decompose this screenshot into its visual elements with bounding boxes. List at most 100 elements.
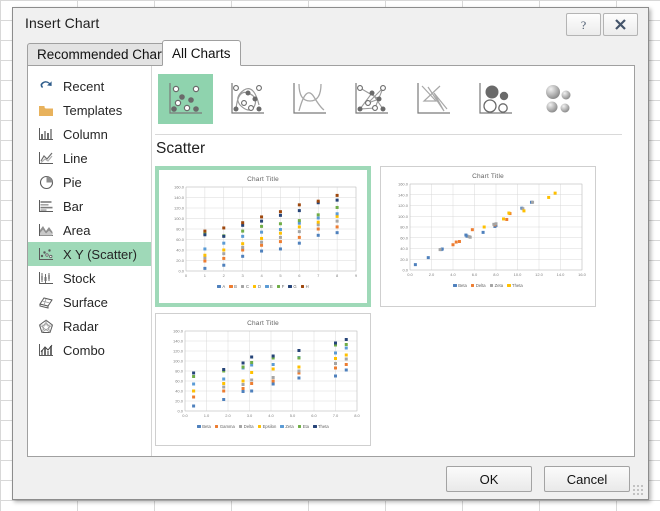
legend-label: Theta [512, 283, 523, 288]
sidebar-item-templates[interactable]: Templates [28, 98, 151, 122]
sidebar-item-bar[interactable]: Bar [28, 194, 151, 218]
legend-label: Gamma [219, 424, 235, 429]
help-button[interactable]: ? [566, 13, 601, 36]
chart-type-sidebar[interactable]: Recent Templates Column Line Pie Bar Are… [28, 66, 152, 456]
legend-item: Eta [297, 424, 309, 429]
legend-item: E [265, 284, 273, 289]
legend-item: B [229, 284, 237, 289]
close-button[interactable] [603, 13, 638, 36]
svg-text:1: 1 [204, 273, 207, 278]
sidebar-item-label: Recent [63, 78, 105, 94]
subtype-scatter-straight-lines[interactable] [406, 74, 461, 124]
chart-preview-2[interactable]: Chart Title 0.0 20.0 40.0 60.0 80.0 100.0 120.… [380, 166, 596, 307]
svg-text:20.0: 20.0 [175, 399, 184, 404]
close-icon [615, 19, 626, 30]
svg-text:7.0: 7.0 [333, 413, 339, 418]
svg-text:6.0: 6.0 [311, 413, 317, 418]
scatter-smooth-lines-icon [292, 83, 326, 114]
legend-swatch [297, 424, 302, 429]
chart-legend: Beta Gamma Delta Epsilon Zeta Eta Theta [156, 424, 370, 429]
dialog-title: Insert Chart [25, 15, 100, 31]
legend-swatch [280, 424, 284, 429]
legend-swatch [257, 424, 262, 429]
sidebar-item-label: X Y (Scatter) [63, 246, 137, 262]
svg-text:5: 5 [279, 273, 282, 278]
sidebar-item-column[interactable]: Column [28, 122, 151, 146]
sidebar-item-area[interactable]: Area [28, 218, 151, 242]
subtype-scatter-markers-only[interactable] [158, 74, 213, 124]
bubble-icon [478, 83, 512, 114]
svg-text:40.0: 40.0 [400, 246, 409, 251]
legend-swatch [240, 284, 245, 289]
legend-swatch [453, 283, 457, 288]
legend-item: F [276, 284, 285, 289]
sidebar-item-label: Bar [63, 198, 84, 214]
dialog-footer: OK Cancel [13, 457, 648, 499]
legend-item: Zeta [489, 283, 503, 288]
chart-title: Chart Title [472, 173, 504, 180]
svg-text:2.0: 2.0 [225, 413, 231, 418]
sidebar-item-line[interactable]: Line [28, 146, 151, 170]
svg-text:20.0: 20.0 [400, 257, 409, 262]
scatter-smooth-lines-markers-icon [230, 83, 264, 114]
subtype-bubble[interactable] [468, 74, 523, 124]
chart-plot-area: 0.020.040.060.080.0100.0120.0140.0160.00… [398, 182, 587, 278]
svg-text:160.0: 160.0 [398, 182, 409, 187]
legend-swatch [288, 284, 292, 289]
legend-item: Delta [238, 424, 254, 429]
subtype-bubble-3d[interactable] [530, 74, 585, 124]
sidebar-item-pie[interactable]: Pie [28, 170, 151, 194]
insert-chart-dialog: Insert Chart ? Recommended Charts All Ch… [12, 7, 649, 500]
bubble-3d-icon [545, 85, 570, 113]
svg-text:3.0: 3.0 [247, 413, 253, 418]
legend-item: A [217, 284, 225, 289]
svg-text:4.0: 4.0 [450, 272, 456, 277]
resize-grip[interactable] [632, 484, 644, 496]
legend-label: F [281, 284, 285, 289]
tab-recommended-charts[interactable]: Recommended Charts [27, 43, 183, 66]
chart-preview-3[interactable]: Chart Title 0.0 20.0 40.0 60.0 80.0 100.0 120.… [155, 313, 371, 446]
chart-preview-1[interactable]: Chart Title 0.0 20.0 40.0 60.0 80.0 100.0 120.… [155, 166, 371, 307]
chart-plot-area: 0.020.040.060.080.0100.0120.0140.0160.00… [173, 329, 361, 419]
svg-text:120.0: 120.0 [173, 349, 184, 354]
sidebar-item-recent[interactable]: Recent [28, 74, 151, 98]
chart-legend: A B C D E F G H [159, 284, 367, 289]
svg-text:120.0: 120.0 [398, 203, 409, 208]
legend-label: A [222, 284, 226, 289]
legend-swatch [265, 284, 269, 289]
svg-text:?: ? [581, 18, 586, 31]
subtype-scatter-straight-lines-markers[interactable] [344, 74, 399, 124]
svg-text:20.0: 20.0 [176, 258, 185, 263]
surface-chart-icon [36, 293, 56, 311]
svg-text:7: 7 [317, 273, 320, 278]
legend-item: Beta [197, 424, 211, 429]
svg-text:10.0: 10.0 [514, 272, 523, 277]
sidebar-item-combo[interactable]: Combo [28, 338, 151, 362]
svg-text:0.0: 0.0 [178, 269, 184, 274]
legend-label: B [234, 284, 237, 289]
sidebar-item-label: Stock [63, 270, 96, 286]
sidebar-item-stock[interactable]: Stock [28, 266, 151, 290]
scatter-straight-lines-icon [416, 83, 450, 114]
legend-label: H [305, 284, 309, 289]
subtype-scatter-smooth-lines-markers[interactable] [220, 74, 275, 124]
legend-swatch [489, 283, 494, 288]
legend-label: Epsilon [262, 424, 277, 429]
legend-swatch [300, 284, 305, 289]
legend-item: H [300, 284, 309, 289]
sidebar-item-radar[interactable]: Radar [28, 314, 151, 338]
scatter-chart-icon [36, 245, 56, 263]
sidebar-item-xy-scatter[interactable]: X Y (Scatter) [28, 242, 151, 266]
svg-text:60.0: 60.0 [400, 235, 409, 240]
cancel-button[interactable]: Cancel [544, 466, 630, 492]
chart-title: Chart Title [247, 176, 279, 183]
tab-all-charts[interactable]: All Charts [162, 40, 241, 66]
sidebar-item-label: Pie [63, 174, 82, 190]
svg-text:16.0: 16.0 [578, 272, 587, 277]
tabstrip: Recommended Charts All Charts [27, 40, 635, 66]
sidebar-item-surface[interactable]: Surface [28, 290, 151, 314]
sidebar-item-label: Combo [63, 342, 105, 358]
ok-button[interactable]: OK [446, 466, 532, 492]
subtype-scatter-smooth-lines[interactable] [282, 74, 337, 124]
scatter-markers-only-icon [168, 83, 202, 114]
